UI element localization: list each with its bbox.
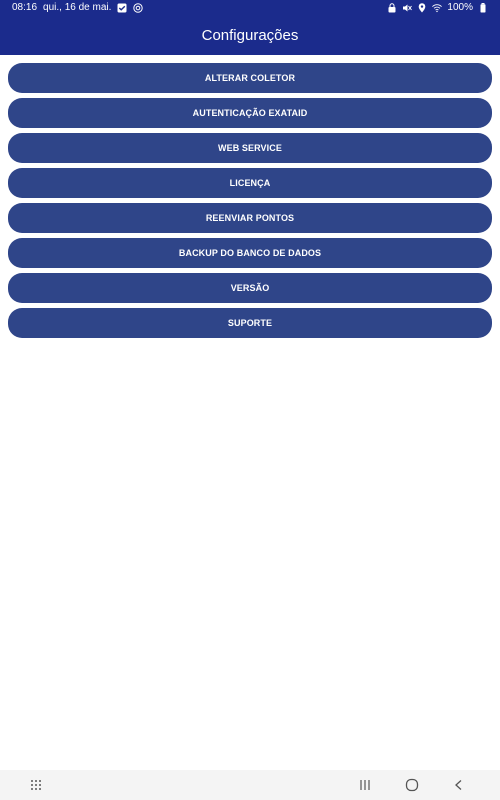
versao-button[interactable]: VERSÃO	[8, 273, 492, 303]
recents-icon[interactable]	[357, 777, 373, 793]
battery-level: 100%	[447, 2, 473, 13]
system-nav-bar	[0, 770, 500, 800]
home-icon[interactable]	[404, 777, 420, 793]
mute-icon	[402, 3, 413, 13]
back-icon[interactable]	[451, 777, 467, 793]
settings-menu: ALTERAR COLETOR AUTENTICAÇÃO EXATAID WEB…	[0, 55, 500, 343]
checkbox-icon	[117, 3, 127, 13]
backup-banco-de-dados-button[interactable]: BACKUP DO BANCO DE DADOS	[8, 238, 492, 268]
reenviar-pontos-button[interactable]: REENVIAR PONTOS	[8, 203, 492, 233]
suporte-button[interactable]: SUPORTE	[8, 308, 492, 338]
web-service-button[interactable]: WEB SERVICE	[8, 133, 492, 163]
at-sign-icon	[133, 2, 144, 13]
status-time: 08:16	[12, 2, 38, 13]
app-bar: Configurações	[0, 15, 500, 55]
licenca-button[interactable]: LICENÇA	[8, 168, 492, 198]
battery-icon	[478, 2, 488, 13]
lock-icon	[387, 2, 397, 13]
status-date: qui., 16 de mai.	[43, 2, 112, 13]
status-bar: 08:16 qui., 16 de mai. 100%	[0, 0, 500, 15]
apps-grid-icon[interactable]	[28, 777, 44, 793]
wifi-icon	[432, 3, 443, 13]
autenticacao-exataid-button[interactable]: AUTENTICAÇÃO EXATAID	[8, 98, 492, 128]
alterar-coletor-button[interactable]: ALTERAR COLETOR	[8, 63, 492, 93]
page-title: Configurações	[201, 26, 299, 44]
location-icon	[417, 2, 427, 13]
